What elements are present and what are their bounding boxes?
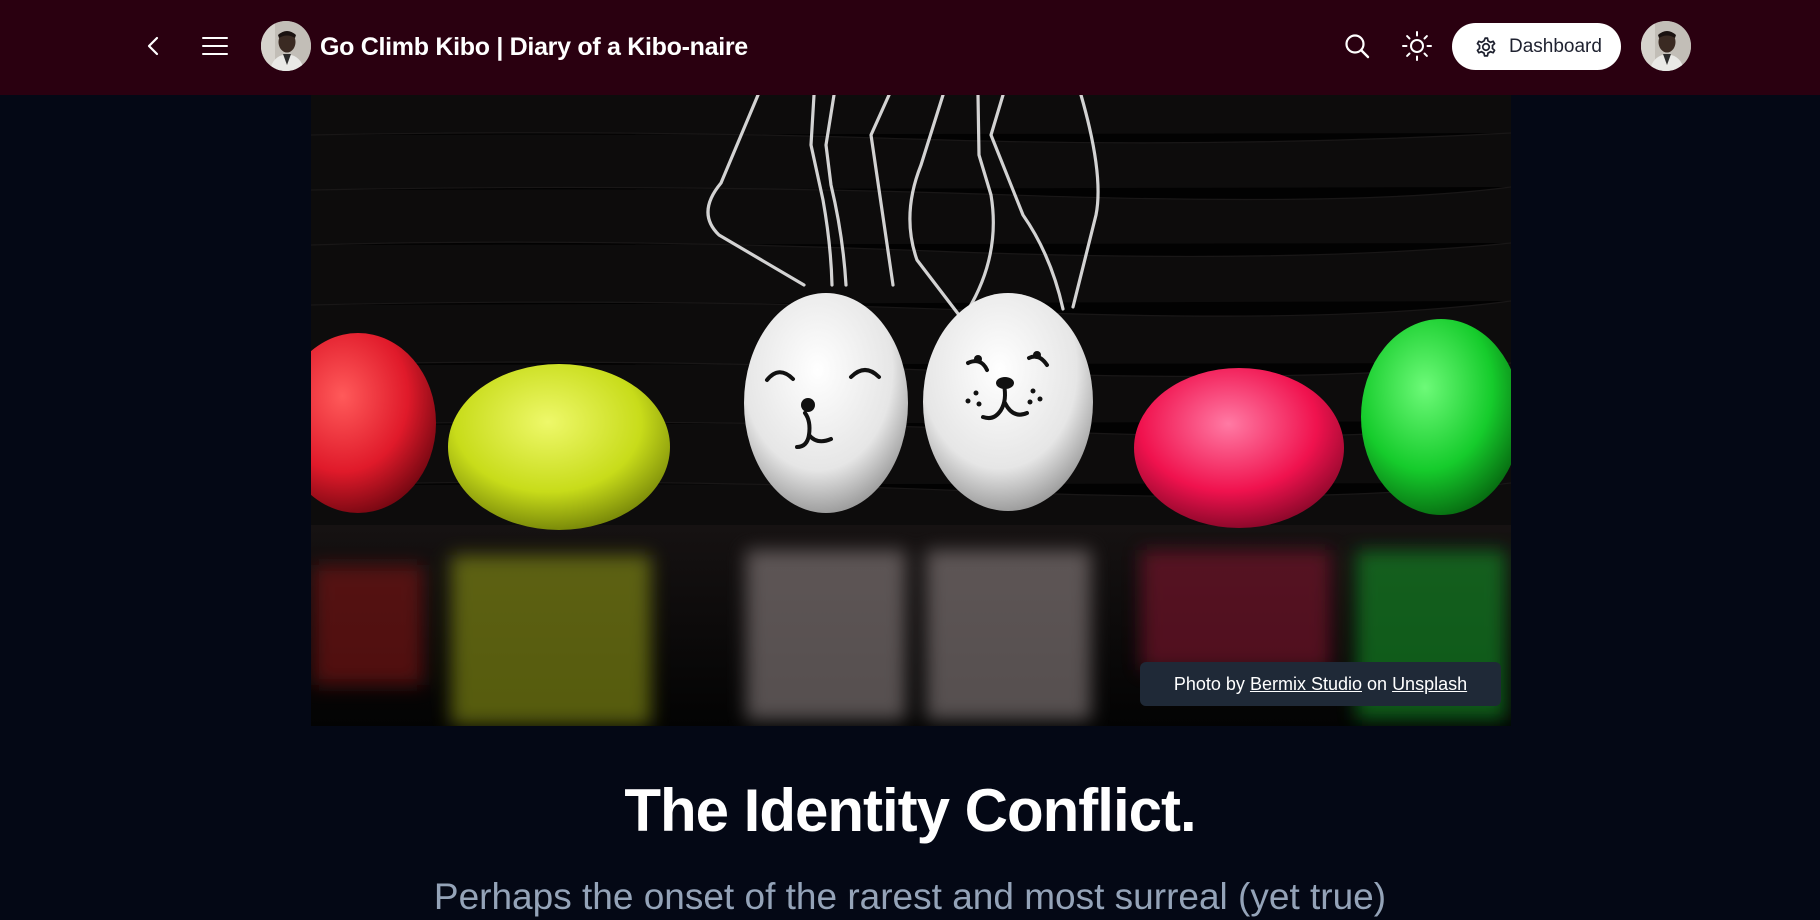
easter-eggs-photo <box>311 95 1511 726</box>
profile-photo-icon <box>1641 21 1691 71</box>
dashboard-button-label: Dashboard <box>1509 35 1602 57</box>
menu-button[interactable] <box>197 26 233 66</box>
photo-credit-joiner: on <box>1367 673 1388 694</box>
search-button[interactable] <box>1337 26 1377 66</box>
blog-title[interactable]: Go Climb Kibo | Diary of a Kibo-naire <box>320 29 748 65</box>
gear-icon <box>1476 36 1496 57</box>
blog-avatar[interactable] <box>261 21 311 71</box>
user-avatar[interactable] <box>1641 21 1691 71</box>
back-button[interactable] <box>136 28 172 64</box>
search-icon <box>1345 34 1370 59</box>
chevron-left-icon <box>147 36 159 56</box>
photo-author-link[interactable]: Bermix Studio <box>1250 674 1362 695</box>
post-subtitle: Perhaps the onset of the rarest and most… <box>433 876 1387 917</box>
theme-toggle-button[interactable] <box>1396 25 1438 67</box>
photo-credit: Photo by Bermix Studio on Unsplash <box>1140 662 1501 706</box>
photo-credit-prefix: Photo by <box>1173 673 1245 694</box>
cover-image <box>311 95 1511 726</box>
post-title: The Identity Conflict. <box>624 777 1196 844</box>
dashboard-button[interactable]: Dashboard <box>1452 23 1621 70</box>
sun-icon <box>1402 31 1432 61</box>
top-navigation-bar: Go Climb Kibo | Diary of a Kibo-naire Da… <box>0 0 1820 95</box>
hamburger-menu-icon <box>202 37 228 55</box>
profile-photo-icon <box>261 21 311 71</box>
photo-source-link[interactable]: Unsplash <box>1392 674 1467 695</box>
